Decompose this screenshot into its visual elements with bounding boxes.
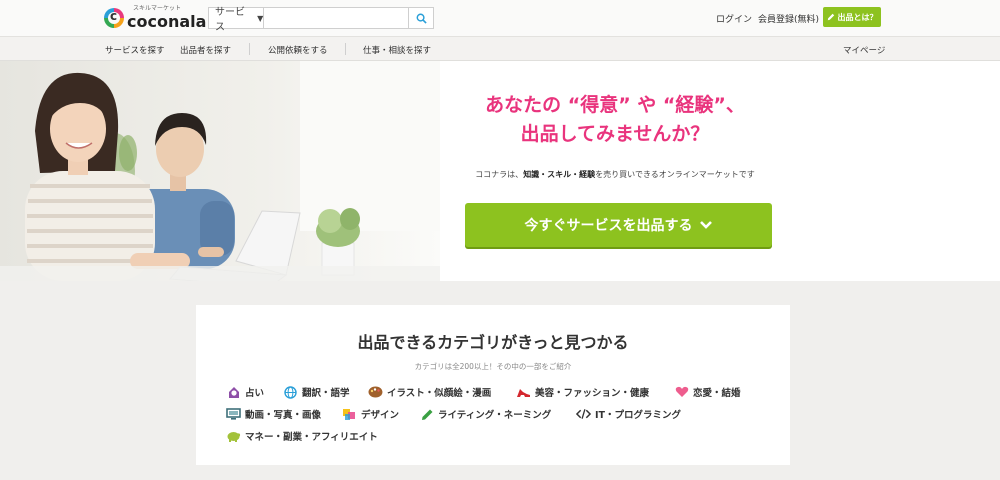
nav-find-jobs[interactable]: 仕事・相談を探す [363,44,431,56]
caret-down-icon: ▼ [257,13,264,23]
piggy-icon [226,430,241,443]
search-bar: サービス ▼ [208,7,434,33]
hero-headline-line2: 出品してみませんか？ [520,123,710,145]
palette-icon [368,386,383,399]
category-it[interactable]: IT・プログラミング [576,407,681,421]
category-writing[interactable]: ライティング・ネーミング [419,407,551,421]
hero-description: ココナラは、知識・スキル・経験を売り買いできるオンラインマーケットです [440,169,790,180]
search-category-label: サービス [215,7,245,33]
hero-people-illustration [0,61,440,281]
about-selling-label: 出品とは？ [837,12,878,22]
category-subheading: カテゴリは全200以上！その中の一部をご紹介 [414,362,572,371]
monitor-icon [226,408,241,421]
hero-description-bold: 知識・スキル・経験 [523,170,596,179]
category-translation[interactable]: 翻訳・語学 [283,385,350,399]
category-label: 恋愛・結婚 [693,388,741,399]
register-link[interactable]: 会員登録(無料) [758,12,819,25]
category-heading: 出品できるカテゴリがきっと見つかる [357,333,629,352]
category-illustration[interactable]: イラスト・似顔絵・漫画 [368,385,491,399]
logo-wordmark: coconala [127,11,207,31]
hero-photo [0,61,440,281]
nav-find-sellers[interactable]: 出品者を探す [180,44,231,56]
category-money[interactable]: マネー・副業・アフィリエイト [226,429,378,443]
nav-post-request[interactable]: 公開依頼をする [268,44,328,56]
hero-description-prefix: ココナラは、 [475,170,524,179]
search-category-select[interactable]: サービス ▼ [209,7,265,33]
category-video-photo[interactable]: 動画・写真・画像 [226,407,321,421]
category-label: マネー・副業・アフィリエイト [245,432,378,443]
pencil-icon [827,13,834,21]
about-selling-button[interactable]: 出品とは？ [823,7,881,27]
category-card: 出品できるカテゴリがきっと見つかる カテゴリは全200以上！その中の一部をご紹介… [196,305,790,465]
category-love[interactable]: 恋愛・結婚 [674,385,741,399]
category-label: 占い [245,388,265,399]
heel-icon [516,386,531,399]
logo-mark-icon [104,8,124,28]
hero-headline: あなたの “得意” や “経験”、 出品してみませんか？ [440,91,790,149]
hero-headline-line1: あなたの “得意” や “経験”、 [485,94,745,116]
start-selling-label: 今すぐサービスを出品する [524,218,693,234]
category-label: ライティング・ネーミング [438,410,552,421]
site-header: スキルマーケット coconala サービス ▼ ログイン 会員登録(無料) 出… [0,0,1000,36]
category-label: 動画・写真・画像 [245,410,322,421]
category-label: IT・プログラミング [595,410,682,421]
category-label: デザイン [361,410,400,421]
code-icon [576,408,591,421]
search-icon [416,13,427,24]
coconala-logo[interactable]: スキルマーケット coconala [104,4,206,32]
category-label: イラスト・似顔絵・漫画 [387,388,492,399]
category-label: 翻訳・語学 [302,388,350,399]
hero-section: あなたの “得意” や “経験”、 出品してみませんか？ ココナラは、知識・スキ… [0,61,1000,281]
login-link[interactable]: ログイン [716,12,752,25]
nav-mypage[interactable]: マイページ [843,44,885,56]
main-nav: サービスを探す 出品者を探す 公開依頼をする 仕事・相談を探す マイページ [0,36,1000,61]
pen-icon [419,408,434,421]
category-label: 美容・ファッション・健康 [535,388,650,399]
globe-icon [283,385,298,399]
start-selling-button[interactable]: 今すぐサービスを出品する [465,203,772,247]
hero-description-suffix: を売り買いできるオンラインマーケットです [595,170,755,179]
nav-divider [249,43,250,55]
design-icon [342,408,357,421]
search-button[interactable] [408,8,433,28]
search-input[interactable] [264,8,409,28]
heart-icon [674,386,689,399]
fortune-icon [226,386,241,399]
chevron-down-icon [699,221,712,229]
category-design[interactable]: デザイン [342,407,399,421]
category-beauty[interactable]: 美容・ファッション・健康 [516,385,649,399]
category-fortune[interactable]: 占い [226,385,264,399]
nav-divider [345,43,346,55]
nav-find-services[interactable]: サービスを探す [105,44,165,56]
